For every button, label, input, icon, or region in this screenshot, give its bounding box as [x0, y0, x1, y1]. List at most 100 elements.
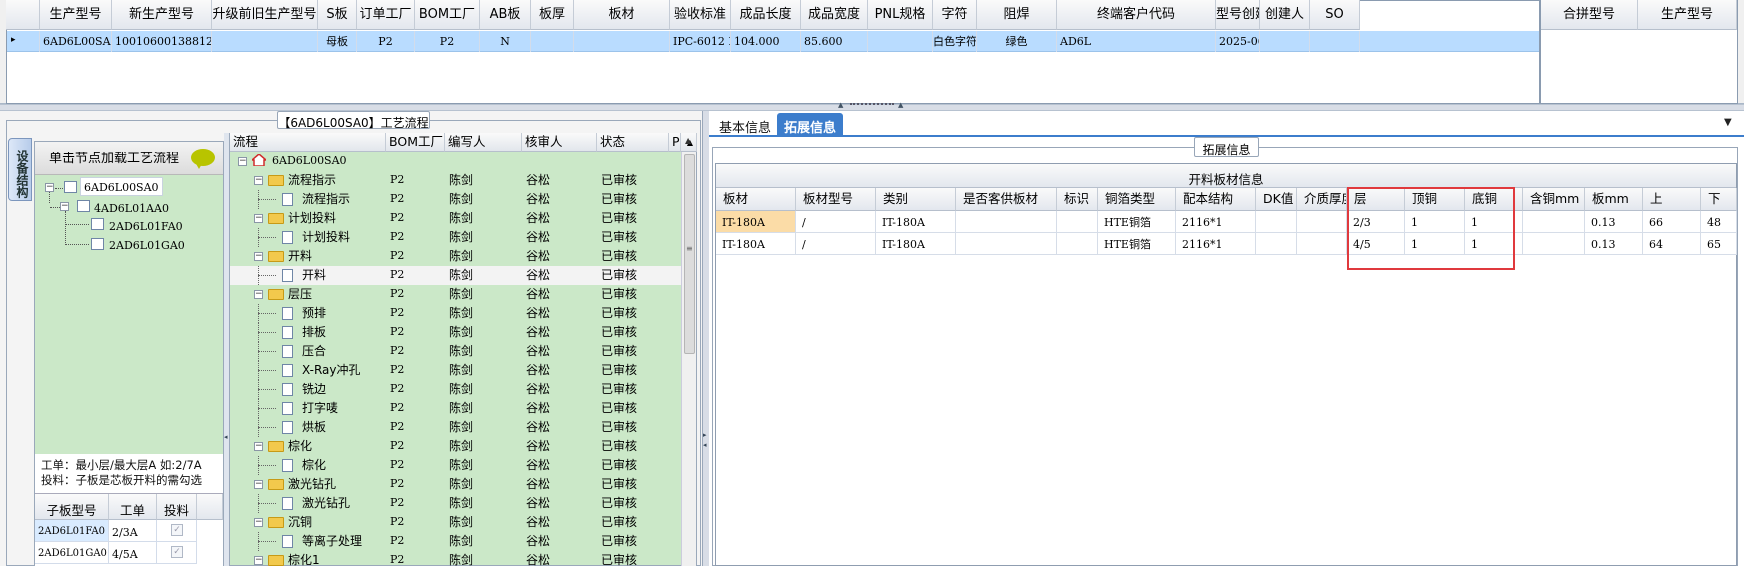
process-row[interactable]: − 层压 P2 陈剑 谷松 已审核 [230, 285, 681, 304]
process-row[interactable]: − 沉铜 P2 陈剑 谷松 已审核 [230, 513, 681, 532]
material-column-header[interactable]: 含铜mm [1523, 188, 1585, 211]
process-column-header[interactable]: 状态 [597, 133, 669, 152]
product-cell[interactable]: IPC-6012 II级 [670, 31, 731, 52]
material-cell[interactable] [956, 211, 1057, 233]
material-cell[interactable] [1256, 211, 1297, 233]
column-header[interactable]: 型号创建时间 [1216, 0, 1260, 30]
product-cell[interactable]: 104.000 [731, 31, 801, 52]
collapse-icon[interactable]: − [254, 290, 263, 299]
column-header[interactable]: 成品长度 [731, 0, 801, 30]
material-cell[interactable] [1057, 233, 1098, 255]
column-header[interactable]: SO [1310, 0, 1360, 30]
column-header[interactable]: 字符 [933, 0, 977, 30]
tab-extended-info[interactable]: 拓展信息 [777, 113, 843, 136]
collapse-icon[interactable]: − [254, 442, 263, 451]
process-row[interactable]: − 激光钻孔 P2 陈剑 谷松 已审核 [230, 475, 681, 494]
process-name[interactable]: 开料 [288, 247, 312, 266]
process-name[interactable]: 流程指示 [302, 190, 350, 209]
material-column-header[interactable]: 板材 [716, 188, 796, 211]
process-row[interactable]: 开料 P2 陈剑 谷松 已审核 [230, 266, 681, 285]
material-cell[interactable]: / [796, 211, 876, 233]
material-column-header[interactable]: 配本结构 [1176, 188, 1256, 211]
product-cell[interactable]: P2 [415, 31, 480, 52]
column-header[interactable]: 升级前旧生产型号 [212, 0, 318, 30]
device-structure-tab[interactable]: 设备结构 [8, 138, 32, 201]
product-cell[interactable] [212, 31, 318, 52]
process-column-header[interactable]: BOM工厂 [386, 133, 445, 152]
material-cell[interactable] [1057, 211, 1098, 233]
process-name[interactable]: 棕化1 [288, 551, 320, 566]
collapse-right-icon[interactable]: ▸ [703, 431, 707, 439]
process-row[interactable]: − 计划投料 P2 陈剑 谷松 已审核 [230, 209, 681, 228]
process-name[interactable]: 流程指示 [288, 171, 336, 190]
column-header[interactable]: 生产型号 [40, 0, 112, 30]
collapse-icon[interactable]: − [254, 480, 263, 489]
material-column-header[interactable]: 类别 [876, 188, 956, 211]
product-cell[interactable] [1260, 31, 1310, 52]
material-cell[interactable] [1297, 233, 1347, 255]
process-name[interactable]: 层压 [288, 285, 312, 304]
process-row[interactable]: − 6AD6L00SA0 [230, 152, 681, 171]
process-row[interactable]: 打字唛 P2 陈剑 谷松 已审核 [230, 399, 681, 418]
collapse-up-icon[interactable]: ▲ [838, 101, 843, 109]
collapse-left-icon[interactable]: ◂ [703, 441, 707, 449]
product-cell[interactable]: N [480, 31, 531, 52]
material-cell[interactable] [1523, 211, 1585, 233]
process-name[interactable]: 打字唛 [302, 399, 338, 418]
process-column-header[interactable]: P [669, 133, 681, 152]
collapse-icon[interactable]: − [254, 214, 263, 223]
product-cell[interactable]: 绿色 [977, 31, 1057, 52]
process-row[interactable]: − 棕化1 P2 陈剑 谷松 已审核 [230, 551, 681, 566]
column-header[interactable]: 订单工厂 [357, 0, 415, 30]
feed-checkbox[interactable]: ✓ [171, 524, 183, 536]
material-cell[interactable] [1297, 211, 1347, 233]
column-header[interactable]: 验收标准 [670, 0, 731, 30]
horizontal-splitter[interactable]: ▲ ▲ [0, 101, 1744, 111]
scroll-thumb[interactable] [684, 154, 695, 354]
material-column-header[interactable]: 板材型号 [796, 188, 876, 211]
sub-grid-header[interactable]: 工单 [109, 494, 157, 520]
product-cell[interactable]: 6AD6L00SA0 [40, 31, 112, 52]
column-header[interactable]: AB板 [480, 0, 531, 30]
material-cell[interactable]: HTE铜箔 [1098, 233, 1176, 255]
process-name[interactable]: 烘板 [302, 418, 326, 437]
material-cell[interactable]: IT-180A [876, 233, 956, 255]
process-row[interactable]: − 流程指示 P2 陈剑 谷松 已审核 [230, 171, 681, 190]
material-column-header[interactable]: 介质厚度 [1297, 188, 1347, 211]
tab-dropdown-icon[interactable]: ▼ [1724, 117, 1732, 128]
process-scrollbar[interactable]: ▲ ≡ [681, 136, 696, 566]
process-name[interactable]: 计划投料 [288, 209, 336, 228]
sub-grid-cell[interactable]: 2AD6L01GA0 [35, 542, 109, 564]
column-header[interactable]: 成品宽度 [801, 0, 868, 30]
column-header[interactable]: BOM工厂 [415, 0, 480, 30]
material-cell[interactable]: IT-180A [876, 211, 956, 233]
process-name[interactable]: 开料 [302, 266, 326, 285]
column-header[interactable]: 终端客户代码 [1057, 0, 1216, 30]
product-cell[interactable] [1310, 31, 1360, 52]
collapse-icon[interactable]: − [60, 202, 69, 211]
tab-basic-info[interactable]: 基本信息 [712, 113, 778, 136]
side-column-header[interactable]: 合拼型号 [1541, 0, 1638, 30]
material-column-header[interactable]: 是否客供板材 [956, 188, 1057, 211]
process-row[interactable]: 计划投料 P2 陈剑 谷松 已审核 [230, 228, 681, 247]
process-row[interactable]: 烘板 P2 陈剑 谷松 已审核 [230, 418, 681, 437]
sub-grid-header[interactable]: 子板型号 [35, 494, 109, 520]
collapse-left-icon[interactable]: ◂ [224, 433, 228, 441]
process-name[interactable]: 激光钻孔 [288, 475, 336, 494]
material-cell[interactable]: 64 [1643, 233, 1701, 255]
material-cell[interactable]: 65 [1701, 233, 1737, 255]
material-column-header[interactable]: 标识 [1057, 188, 1098, 211]
process-name[interactable]: 棕化 [288, 437, 312, 456]
process-name[interactable]: 激光钻孔 [302, 494, 350, 513]
scroll-up-icon[interactable]: ▲ [685, 136, 691, 145]
product-cell[interactable]: 2025-06-09 10:42:36 [1216, 31, 1260, 52]
material-cell[interactable] [1256, 233, 1297, 255]
material-cell[interactable] [1523, 233, 1585, 255]
material-column-header[interactable]: 板mm [1585, 188, 1643, 211]
collapse-icon[interactable]: − [254, 518, 263, 527]
material-cell[interactable]: 2116*1 [1176, 233, 1256, 255]
process-row[interactable]: 等离子处理 P2 陈剑 谷松 已审核 [230, 532, 681, 551]
column-header[interactable]: 板厚 [531, 0, 574, 30]
process-name[interactable]: 沉铜 [288, 513, 312, 532]
material-column-header[interactable]: 下 [1701, 188, 1737, 211]
